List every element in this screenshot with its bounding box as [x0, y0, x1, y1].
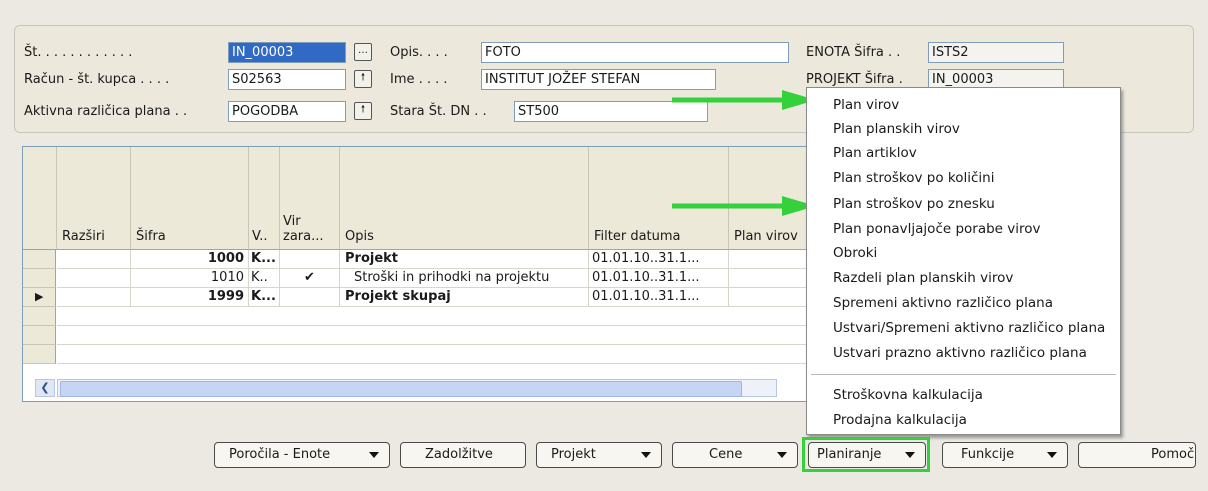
scrollbar-thumb[interactable] — [60, 381, 742, 397]
checkmark-icon[interactable]: ✔ — [280, 269, 340, 288]
table-cell[interactable] — [57, 288, 131, 307]
col-header-v[interactable]: V.. — [249, 147, 280, 250]
cene-button[interactable]: Cene — [672, 442, 798, 468]
col-header-razsiri[interactable]: Razširi — [57, 147, 131, 250]
planiranje-highlight — [802, 437, 930, 472]
enota-field[interactable]: ISTS2 — [928, 42, 1064, 63]
drill-up-icon[interactable]: 🠕 — [354, 102, 372, 120]
lines-grid: Razširi Šifra V.. Vir zara... Opis Filte… — [22, 146, 809, 402]
empty-row[interactable] — [57, 307, 809, 326]
row-indicator-icon[interactable]: ▶ — [23, 288, 56, 307]
table-cell-v[interactable]: K... — [249, 250, 280, 269]
table-cell-opis[interactable]: Projekt skupaj — [340, 288, 589, 307]
ime-field[interactable]: INSTITUT JOŽEF STEFAN — [481, 69, 716, 90]
table-cell[interactable] — [57, 250, 131, 269]
st-field[interactable]: IN_00003 — [228, 42, 346, 63]
st-label: Št. . . . . . . . . . . . — [24, 45, 133, 60]
enota-label: ENOTA Šifra . . — [806, 45, 901, 60]
planiranje-menu: Plan virov Plan planskih virov Plan arti… — [806, 87, 1121, 435]
stara-label: Stara Št. DN . . — [390, 104, 487, 119]
menu-item-plan-stroskov-kolicina[interactable]: Plan stroškov po količini — [833, 170, 994, 186]
table-cell-filter[interactable]: 01.01.10..31.1... — [589, 250, 729, 269]
menu-separator — [811, 374, 1116, 375]
table-cell-sifra[interactable]: 1000 — [131, 250, 249, 269]
arrow-annotation-2 — [672, 196, 816, 216]
table-cell-opis[interactable]: Stroški in prihodki na projektu — [340, 269, 589, 288]
funkcije-button[interactable]: Funkcije — [942, 442, 1068, 468]
table-cell-sifra[interactable]: 1999 — [131, 288, 249, 307]
row-selector[interactable] — [23, 326, 56, 345]
menu-item-plan-ponavljajoce[interactable]: Plan ponavljajoče porabe virov — [833, 221, 1041, 237]
menu-item-stroskovna-kalkulacija[interactable]: Stroškovna kalkulacija — [833, 387, 983, 403]
menu-item-obroki[interactable]: Obroki — [833, 245, 877, 261]
menu-item-razdeli-plan[interactable]: Razdeli plan planskih virov — [833, 270, 1013, 286]
col-header-vir-zara[interactable]: Vir zara... — [280, 147, 340, 250]
empty-row[interactable] — [57, 326, 809, 345]
porocila-enote-button[interactable]: Poročila - Enote — [214, 442, 390, 468]
racun-field[interactable]: S02563 — [228, 69, 346, 90]
row-selector[interactable] — [23, 307, 56, 326]
menu-item-prodajna-kalkulacija[interactable]: Prodajna kalkulacija — [833, 412, 967, 428]
table-cell[interactable] — [729, 288, 809, 307]
projekt-button[interactable]: Projekt — [536, 442, 662, 468]
table-cell-vir[interactable] — [280, 250, 340, 269]
aktivna-field[interactable]: POGODBA — [228, 101, 346, 122]
opis-label: Opis. . . . — [390, 45, 448, 60]
menu-item-plan-stroskov-znesek[interactable]: Plan stroškov po znesku — [833, 196, 995, 212]
menu-item-ustvari-spremeni[interactable]: Ustvari/Spremeni aktivno različico plana — [833, 320, 1105, 336]
row-header-corner — [23, 147, 57, 250]
chevron-down-icon — [1047, 452, 1057, 458]
row-selector[interactable] — [23, 345, 56, 364]
lookup-icon[interactable]: … — [354, 43, 372, 61]
pomoc-button[interactable]: Pomoč — [1078, 442, 1196, 468]
table-cell[interactable] — [729, 250, 809, 269]
table-cell-filter[interactable]: 01.01.10..31.1... — [589, 269, 729, 288]
menu-item-plan-planskih-virov[interactable]: Plan planskih virov — [833, 121, 960, 137]
chevron-down-icon — [369, 452, 379, 458]
table-cell[interactable] — [57, 269, 131, 288]
table-cell[interactable] — [729, 269, 809, 288]
table-cell-opis[interactable]: Projekt — [340, 250, 589, 269]
horizontal-scrollbar[interactable] — [57, 379, 777, 397]
chevron-down-icon — [777, 452, 787, 458]
drill-up-icon[interactable]: 🠕 — [354, 70, 372, 88]
opis-field[interactable]: FOTO — [481, 42, 789, 63]
menu-item-ustvari-prazno[interactable]: Ustvari prazno aktivno različico plana — [833, 345, 1087, 361]
empty-row[interactable] — [57, 345, 809, 364]
scroll-left-icon[interactable]: ❮ — [35, 379, 55, 397]
chevron-down-icon — [641, 452, 651, 458]
arrow-annotation-1 — [672, 90, 816, 110]
racun-label: Račun - št. kupca . . . . — [24, 72, 170, 87]
aktivna-label: Aktivna različica plana . . — [24, 104, 188, 119]
menu-item-plan-virov[interactable]: Plan virov — [833, 97, 899, 113]
row-selector[interactable] — [23, 250, 56, 269]
menu-item-plan-artiklov[interactable]: Plan artiklov — [833, 145, 917, 161]
table-cell-vir[interactable] — [280, 288, 340, 307]
table-cell-v[interactable]: K... — [249, 288, 280, 307]
projekt-label: PROJEKT Šifra . — [806, 72, 903, 87]
zadolzitve-button[interactable]: Zadolžitve — [400, 442, 526, 468]
row-selector[interactable] — [23, 269, 56, 288]
table-cell-v[interactable]: K.. — [249, 269, 280, 288]
col-header-sifra[interactable]: Šifra — [131, 147, 249, 250]
table-cell-sifra[interactable]: 1010 — [131, 269, 249, 288]
menu-item-spremeni-aktivno[interactable]: Spremeni aktivno različico plana — [833, 295, 1053, 311]
table-cell-filter[interactable]: 01.01.10..31.1... — [589, 288, 729, 307]
ime-label: Ime . . . . — [390, 72, 448, 87]
col-header-opis[interactable]: Opis — [340, 147, 589, 250]
